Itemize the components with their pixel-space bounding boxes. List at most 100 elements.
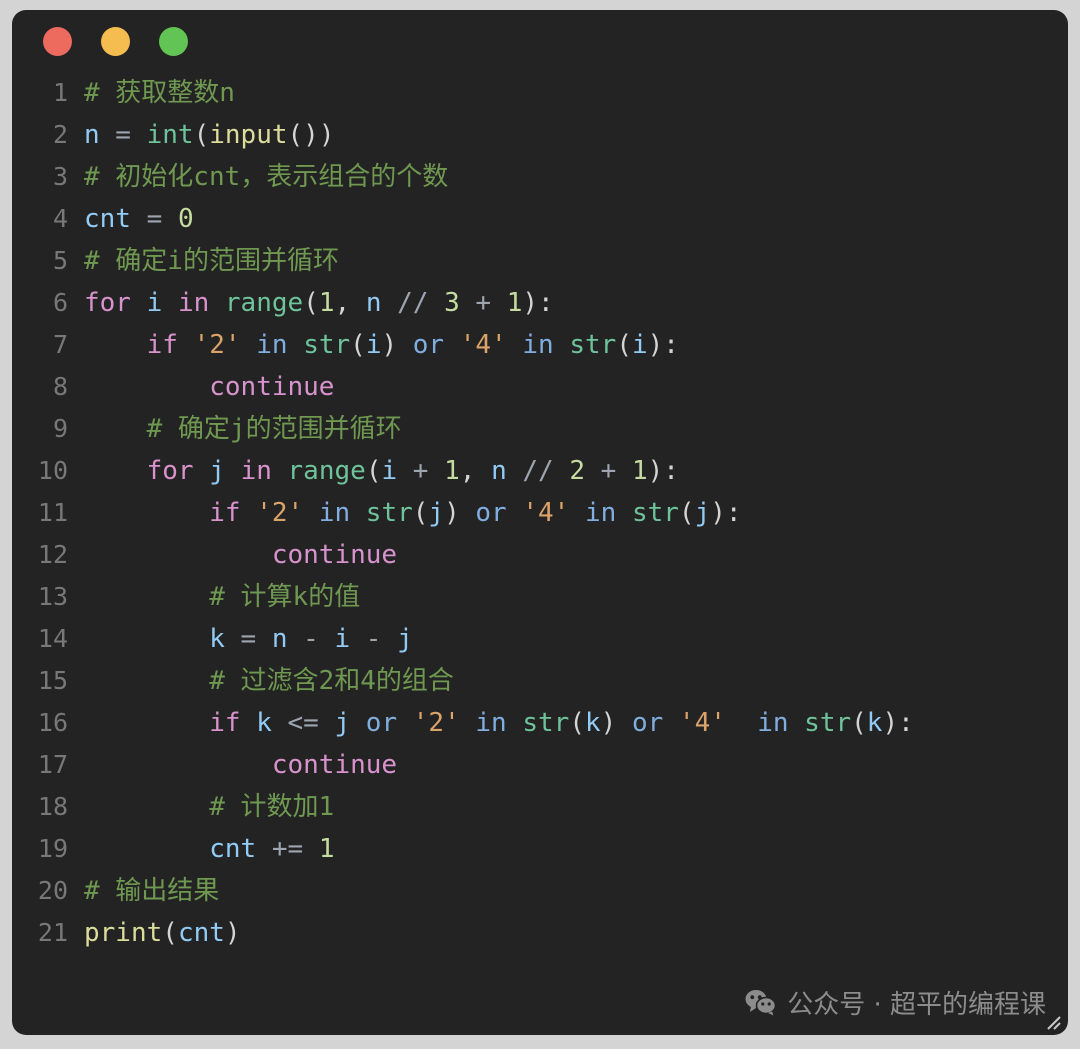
code-line[interactable]: 1# 获取整数n: [12, 72, 1068, 114]
line-number: 9: [12, 408, 84, 450]
line-number: 21: [12, 912, 84, 954]
token-pun: [789, 708, 805, 738]
token-kw: in: [178, 288, 209, 318]
token-pun: [84, 624, 209, 654]
code-line[interactable]: 10 for j in range(i + 1, n // 2 + 1):: [12, 450, 1068, 492]
token-bfn: print: [84, 918, 162, 948]
token-kw: continue: [209, 372, 334, 402]
code-line[interactable]: 18 # 计数加1: [12, 786, 1068, 828]
line-content[interactable]: k = n - i - j: [84, 618, 1068, 660]
code-line[interactable]: 6for i in range(1, n // 3 + 1):: [12, 282, 1068, 324]
token-pun: [554, 330, 570, 360]
line-content[interactable]: # 初始化cnt，表示组合的个数: [84, 156, 1068, 198]
code-line[interactable]: 12 continue: [12, 534, 1068, 576]
code-line[interactable]: 21print(cnt): [12, 912, 1068, 954]
token-op: =: [131, 204, 178, 234]
code-line[interactable]: 3# 初始化cnt，表示组合的个数: [12, 156, 1068, 198]
token-opkw: or: [475, 498, 506, 528]
token-var: n: [84, 120, 100, 150]
code-line[interactable]: 13 # 计算k的值: [12, 576, 1068, 618]
token-op: //: [381, 288, 444, 318]
code-line[interactable]: 7 if '2' in str(i) or '4' in str(i):: [12, 324, 1068, 366]
line-content[interactable]: # 输出结果: [84, 870, 1068, 912]
token-pun: ):: [648, 330, 679, 360]
token-num: 1: [319, 288, 335, 318]
code-line[interactable]: 8 continue: [12, 366, 1068, 408]
zoom-button[interactable]: [159, 27, 188, 56]
code-editor[interactable]: 1# 获取整数n2n = int(input())3# 初始化cnt，表示组合的…: [12, 72, 1068, 954]
code-line[interactable]: 19 cnt += 1: [12, 828, 1068, 870]
line-content[interactable]: # 计算k的值: [84, 576, 1068, 618]
line-content[interactable]: # 过滤含2和4的组合: [84, 660, 1068, 702]
line-content[interactable]: cnt += 1: [84, 828, 1068, 870]
token-opkw: or: [413, 330, 444, 360]
code-line[interactable]: 16 if k <= j or '2' in str(k) or '4' in …: [12, 702, 1068, 744]
code-line[interactable]: 5# 确定i的范围并循环: [12, 240, 1068, 282]
token-fn: range: [225, 288, 303, 318]
code-line[interactable]: 20# 输出结果: [12, 870, 1068, 912]
token-var: i: [366, 330, 382, 360]
line-number: 19: [12, 828, 84, 870]
minimize-button[interactable]: [101, 27, 130, 56]
line-content[interactable]: continue: [84, 366, 1068, 408]
token-com: # 计算k的值: [209, 582, 360, 612]
line-content[interactable]: continue: [84, 744, 1068, 786]
line-content[interactable]: if '2' in str(j) or '4' in str(j):: [84, 492, 1068, 534]
line-content[interactable]: # 计数加1: [84, 786, 1068, 828]
line-content[interactable]: for j in range(i + 1, n // 2 + 1):: [84, 450, 1068, 492]
resize-grip[interactable]: [1042, 1011, 1062, 1031]
token-num: 1: [444, 456, 460, 486]
token-pun: ): [381, 330, 412, 360]
line-content[interactable]: if k <= j or '2' in str(k) or '4' in str…: [84, 702, 1068, 744]
code-line[interactable]: 2n = int(input()): [12, 114, 1068, 156]
token-pun: [84, 414, 147, 444]
line-content[interactable]: n = int(input()): [84, 114, 1068, 156]
code-line[interactable]: 9 # 确定j的范围并循环: [12, 408, 1068, 450]
token-fn: range: [288, 456, 366, 486]
line-content[interactable]: # 确定j的范围并循环: [84, 408, 1068, 450]
line-content[interactable]: print(cnt): [84, 912, 1068, 954]
token-pun: ,: [335, 288, 366, 318]
token-num: 1: [507, 288, 523, 318]
token-pun: [225, 456, 241, 486]
token-fn: str: [303, 330, 350, 360]
code-line[interactable]: 11 if '2' in str(j) or '4' in str(j):: [12, 492, 1068, 534]
code-line[interactable]: 14 k = n - i - j: [12, 618, 1068, 660]
token-pun: [350, 708, 366, 738]
token-opkw: in: [319, 498, 350, 528]
code-line[interactable]: 15 # 过滤含2和4的组合: [12, 660, 1068, 702]
token-str: '2': [256, 498, 303, 528]
token-var: k: [256, 708, 272, 738]
token-pun: [303, 498, 319, 528]
line-content[interactable]: for i in range(1, n // 3 + 1):: [84, 282, 1068, 324]
code-line[interactable]: 4cnt = 0: [12, 198, 1068, 240]
token-pun: [178, 330, 194, 360]
token-pun: [569, 498, 585, 528]
line-number: 12: [12, 534, 84, 576]
line-number: 11: [12, 492, 84, 534]
token-pun: (: [366, 456, 382, 486]
token-pun: [507, 330, 523, 360]
line-number: 16: [12, 702, 84, 744]
token-com: # 确定i的范围并循环: [84, 246, 339, 276]
code-line[interactable]: 17 continue: [12, 744, 1068, 786]
close-button[interactable]: [43, 27, 72, 56]
line-content[interactable]: continue: [84, 534, 1068, 576]
line-content[interactable]: # 确定i的范围并循环: [84, 240, 1068, 282]
line-content[interactable]: cnt = 0: [84, 198, 1068, 240]
token-var: j: [428, 498, 444, 528]
window-titlebar: [12, 10, 1068, 72]
token-op: +: [460, 288, 507, 318]
token-op: //: [507, 456, 570, 486]
token-var: j: [209, 456, 225, 486]
token-pun: ()): [288, 120, 335, 150]
line-content[interactable]: if '2' in str(i) or '4' in str(i):: [84, 324, 1068, 366]
token-com: # 确定j的范围并循环: [147, 414, 402, 444]
watermark: 公众号 · 超平的编程课: [745, 984, 1046, 1021]
line-content[interactable]: # 获取整数n: [84, 72, 1068, 114]
token-var: n: [366, 288, 382, 318]
token-pun: [726, 708, 757, 738]
token-com: # 过滤含2和4的组合: [209, 666, 454, 696]
token-pun: (: [679, 498, 695, 528]
token-fn: str: [522, 708, 569, 738]
